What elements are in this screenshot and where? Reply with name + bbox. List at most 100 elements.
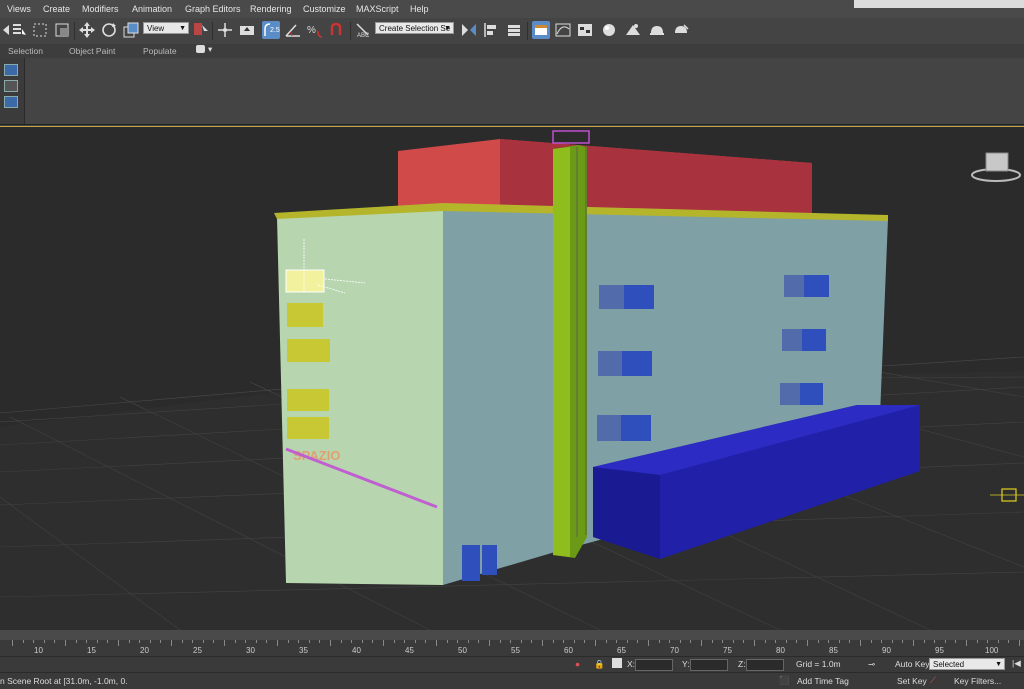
- track-tick: [499, 640, 501, 643]
- perspective-viewport[interactable]: SPAZIO: [0, 126, 1024, 631]
- ribbon-tab-selection[interactable]: Selection: [8, 46, 43, 56]
- track-tick: [43, 640, 45, 643]
- track-tick: [54, 640, 56, 643]
- z-coord-label: Z:: [738, 659, 746, 669]
- material-editor-icon[interactable]: [600, 21, 618, 39]
- x-coord-label: X:: [627, 659, 636, 669]
- time-tag-icon[interactable]: ⬛: [779, 675, 790, 686]
- track-tick: [828, 640, 830, 643]
- select-manipulate-icon[interactable]: [216, 21, 234, 39]
- track-tick: [160, 640, 162, 643]
- track-tick: [923, 640, 925, 643]
- track-tick: [849, 640, 851, 643]
- track-tick: [383, 640, 384, 646]
- move-icon[interactable]: [78, 21, 96, 39]
- rendered-frame-window-icon[interactable]: [648, 21, 666, 39]
- track-tick: [22, 640, 24, 643]
- keyboard-shortcut-icon[interactable]: [238, 21, 256, 39]
- reference-coordinate-dropdown[interactable]: View ▼: [143, 22, 189, 34]
- track-tick: [436, 640, 437, 646]
- roof-block-side: [500, 139, 812, 217]
- tick-label-30: 30: [246, 646, 255, 655]
- lock-icon[interactable]: 🔒: [594, 659, 605, 670]
- key-filter-icon[interactable]: ⟋: [930, 675, 936, 686]
- snaps-toggle-button[interactable]: 2.5: [262, 21, 280, 39]
- track-tick: [605, 640, 607, 643]
- ribbon-tool-icon-2[interactable]: [4, 80, 18, 92]
- schematic-view-icon[interactable]: [576, 21, 594, 39]
- ribbon-tool-icon-1[interactable]: [4, 64, 18, 76]
- ribbon-tool-icon-3[interactable]: [4, 96, 18, 108]
- track-tick: [128, 640, 130, 643]
- ribbon-toggle-icon[interactable]: [196, 45, 205, 53]
- y-coord-field[interactable]: [690, 659, 728, 671]
- track-tick: [987, 640, 989, 643]
- named-selection-dropdown[interactable]: Create Selection Se ▼: [375, 22, 454, 34]
- key-mode-icon[interactable]: ⊸: [868, 659, 875, 670]
- ribbon-tab-object-paint[interactable]: Object Paint: [69, 46, 115, 56]
- menu-help[interactable]: Help: [410, 4, 429, 14]
- rotate-icon[interactable]: [100, 21, 118, 39]
- align-icon[interactable]: [482, 21, 500, 39]
- ribbon-tab-populate[interactable]: Populate: [143, 46, 177, 56]
- angle-snap-icon[interactable]: [284, 21, 302, 39]
- ribbon-dropdown-arrow-icon[interactable]: ▾: [208, 44, 212, 55]
- track-tick: [669, 640, 671, 643]
- time-slider[interactable]: [0, 630, 1024, 640]
- track-tick: [997, 640, 999, 643]
- track-tick: [234, 640, 236, 643]
- menu-views[interactable]: Views: [7, 4, 31, 14]
- track-tick: [181, 640, 183, 643]
- menu-bar: Views Create Modifiers Animation Graph E…: [0, 0, 1024, 19]
- track-tick: [944, 640, 946, 643]
- track-tick: [287, 640, 289, 643]
- menu-customize[interactable]: Customize: [303, 4, 346, 14]
- select-by-name-icon[interactable]: [10, 21, 28, 39]
- spinner-snap-icon[interactable]: [328, 21, 346, 39]
- percent-snap-icon[interactable]: %: [306, 21, 324, 39]
- scene-explorer-button[interactable]: [532, 21, 550, 39]
- edit-named-selection-icon[interactable]: ABC: [354, 21, 372, 39]
- track-tick: [563, 640, 565, 643]
- window-crossing-icon[interactable]: [53, 21, 71, 39]
- track-tick: [372, 640, 374, 643]
- z-coord-field[interactable]: [746, 659, 784, 671]
- absolute-mode-icon[interactable]: [612, 658, 622, 668]
- tick-label-60: 60: [564, 646, 573, 655]
- mirror-icon[interactable]: [460, 21, 478, 39]
- tick-label-95: 95: [935, 646, 944, 655]
- x-coord-field[interactable]: [635, 659, 673, 671]
- track-tick: [542, 640, 543, 646]
- curve-editor-icon[interactable]: [554, 21, 572, 39]
- ribbon-side-strip: [0, 58, 25, 124]
- menu-graph-editors[interactable]: Graph Editors: [185, 4, 241, 14]
- key-filters-button[interactable]: Key Filters...: [954, 676, 1001, 686]
- auto-key-button[interactable]: Auto Key: [895, 659, 930, 669]
- track-tick: [404, 640, 406, 643]
- go-to-start-icon[interactable]: |◀: [1012, 658, 1021, 669]
- track-tick: [107, 640, 109, 643]
- scale-icon[interactable]: [122, 21, 140, 39]
- menu-create[interactable]: Create: [43, 4, 70, 14]
- menu-maxscript[interactable]: MAXScript: [356, 4, 399, 14]
- track-tick: [192, 640, 194, 643]
- track-tick: [277, 640, 278, 646]
- tick-label-50: 50: [458, 646, 467, 655]
- set-key-button[interactable]: Set Key: [897, 676, 927, 686]
- pivot-center-icon[interactable]: [192, 21, 210, 39]
- layer-manager-icon[interactable]: [505, 21, 523, 39]
- pin-icon[interactable]: ●: [575, 659, 580, 669]
- render-production-icon[interactable]: [672, 21, 690, 39]
- menu-animation[interactable]: Animation: [132, 4, 172, 14]
- rectangular-selection-icon[interactable]: [31, 21, 49, 39]
- track-tick: [467, 640, 469, 643]
- key-set-dropdown[interactable]: Selected ▼: [929, 658, 1005, 670]
- menu-rendering[interactable]: Rendering: [250, 4, 292, 14]
- tick-label-100: 100: [985, 646, 999, 655]
- tick-label-75: 75: [723, 646, 732, 655]
- track-bar[interactable]: 10 15 20 25 30 35 40 45 50 55 60 65 70 7…: [0, 640, 1024, 656]
- add-time-tag-button[interactable]: Add Time Tag: [797, 676, 849, 686]
- track-tick: [118, 640, 119, 646]
- render-setup-icon[interactable]: [624, 21, 642, 39]
- menu-modifiers[interactable]: Modifiers: [82, 4, 119, 14]
